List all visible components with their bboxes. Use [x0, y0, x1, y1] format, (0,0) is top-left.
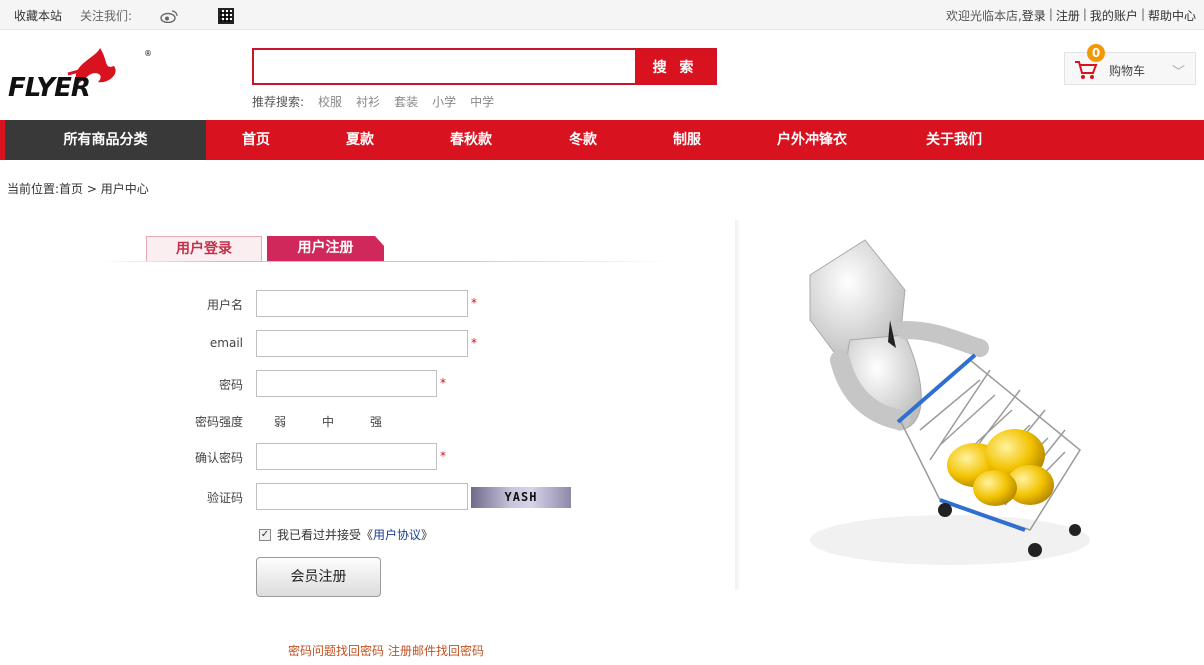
- agreement-text: 我已看过并接受《: [277, 528, 374, 542]
- cart-button[interactable]: 0 购物车 ﹀: [1064, 44, 1196, 85]
- required-mark: *: [440, 449, 446, 463]
- shopping-cart-illustration: [809, 239, 1090, 565]
- hot-term[interactable]: 校服: [318, 93, 342, 110]
- email-label: email: [209, 336, 243, 350]
- nav-item-spring-autumn[interactable]: 春秋款: [450, 120, 492, 160]
- nav-item-summer[interactable]: 夏款: [346, 120, 374, 160]
- required-mark: *: [471, 296, 477, 310]
- captcha-field[interactable]: [256, 483, 468, 510]
- search-input[interactable]: [254, 50, 635, 83]
- weibo-icon[interactable]: [160, 9, 178, 23]
- tab-register[interactable]: 用户注册: [267, 236, 384, 262]
- nav-item-outdoor-jacket[interactable]: 户外冲锋衣: [777, 120, 847, 160]
- password-field[interactable]: [256, 370, 437, 397]
- tab-divider: [100, 261, 672, 262]
- confirm-password-label: 确认密码: [194, 451, 243, 465]
- nav-item-uniform[interactable]: 制服: [673, 120, 701, 160]
- agreement-row: ✓ 我已看过并接受《用户协议》: [259, 526, 433, 543]
- strength-weak: 弱: [274, 415, 287, 429]
- agreement-checkbox[interactable]: ✓: [259, 528, 271, 541]
- email-field[interactable]: [256, 330, 468, 357]
- hot-term[interactable]: 小学: [432, 93, 456, 110]
- captcha-image[interactable]: YASH: [471, 487, 571, 508]
- hot-term[interactable]: 中学: [470, 93, 494, 110]
- logo[interactable]: FLYER ®: [8, 44, 153, 100]
- cart-count-badge: 0: [1087, 44, 1105, 62]
- breadcrumb-home[interactable]: 首页: [59, 182, 83, 196]
- register-submit-button[interactable]: 会员注册: [256, 557, 381, 597]
- hot-term[interactable]: 衬衫: [356, 93, 380, 110]
- strength-medium: 中: [322, 415, 335, 429]
- cart-label: 购物车: [1109, 64, 1146, 78]
- captcha-label: 验证码: [206, 491, 243, 505]
- my-account-link[interactable]: 我的账户: [1090, 7, 1138, 24]
- breadcrumb-current: 用户中心: [100, 182, 149, 196]
- recover-links: 密码问题找回密码 注册邮件找回密码: [288, 642, 484, 659]
- nav-item-winter[interactable]: 冬款: [569, 120, 597, 160]
- username-field[interactable]: [256, 290, 468, 317]
- hot-search-label: 推荐搜索:: [252, 95, 305, 109]
- login-link[interactable]: 登录: [1022, 7, 1046, 24]
- hot-search: 推荐搜索: 校服 衬衫 套装 小学 中学: [252, 93, 494, 110]
- confirm-password-field[interactable]: [256, 443, 437, 470]
- welcome-text: 欢迎光临本店,: [945, 9, 1022, 23]
- search-button[interactable]: 搜 索: [635, 50, 715, 83]
- recover-by-question-link[interactable]: 密码问题找回密码: [288, 642, 384, 659]
- help-center-link[interactable]: 帮助中心: [1148, 7, 1196, 24]
- user-agreement-link[interactable]: 用户协议: [373, 528, 421, 542]
- username-label: 用户名: [206, 298, 243, 312]
- required-mark: *: [440, 376, 446, 390]
- all-categories-button[interactable]: 所有商品分类: [5, 120, 206, 160]
- strength-strong: 强: [370, 415, 383, 429]
- required-mark: *: [471, 336, 477, 350]
- strength-label: 密码强度: [194, 415, 243, 429]
- divider: [735, 220, 741, 590]
- tab-login[interactable]: 用户登录: [146, 236, 262, 262]
- top-bar: 收藏本站 关注我们: 欢迎光临本店, 登录 | 注册 | 我的账户 | 帮助中心: [0, 0, 1204, 30]
- agreement-close: 》: [421, 528, 434, 542]
- svg-text:®: ®: [144, 49, 152, 58]
- breadcrumb: 当前位置:首页 > 用户中心: [7, 182, 149, 196]
- main-nav: 所有商品分类 首页 夏款 春秋款 冬款 制服 户外冲锋衣 关于我们: [0, 120, 1204, 160]
- password-label: 密码: [218, 378, 243, 392]
- register-link[interactable]: 注册: [1056, 7, 1080, 24]
- hot-term[interactable]: 套装: [394, 93, 418, 110]
- chevron-down-icon: ﹀: [1171, 65, 1185, 80]
- follow-us-label: 关注我们:: [80, 9, 133, 23]
- recover-by-email-link[interactable]: 注册邮件找回密码: [388, 642, 484, 659]
- nav-item-about[interactable]: 关于我们: [926, 120, 982, 160]
- nav-item-home[interactable]: 首页: [242, 120, 270, 160]
- svg-text:FLYER: FLYER: [8, 73, 90, 100]
- breadcrumb-prefix: 当前位置:: [7, 182, 60, 196]
- search-box: 搜 索: [252, 48, 717, 85]
- bookmark-site-link[interactable]: 收藏本站: [14, 7, 62, 24]
- qr-code-icon[interactable]: [218, 7, 235, 24]
- shopping-cart-icon: [1075, 61, 1098, 79]
